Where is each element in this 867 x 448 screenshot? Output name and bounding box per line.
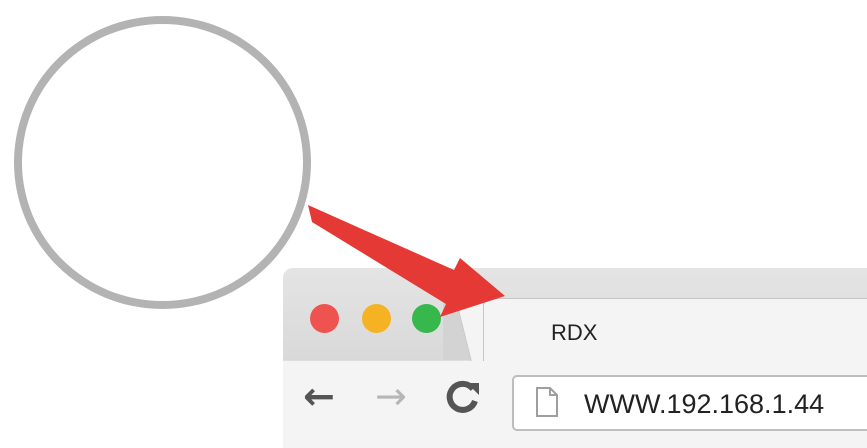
address-bar[interactable]: WWW.192.168.1.44: [512, 375, 867, 431]
active-tab[interactable]: [483, 298, 867, 363]
browser-titlebar: RDX: [283, 268, 867, 363]
back-arrow-icon[interactable]: ←: [303, 377, 335, 415]
tab-title: RDX: [551, 320, 598, 345]
callout-circle: [14, 16, 311, 309]
tutorial-canvas: RDX ← → WWW.192.168.1.44: [0, 0, 867, 448]
browser-toolbar: ← → WWW.192.168.1.44: [283, 361, 867, 448]
reload-icon[interactable]: [443, 377, 483, 423]
address-bar-url: WWW.192.168.1.44: [584, 389, 825, 419]
forward-arrow-icon[interactable]: →: [375, 377, 407, 415]
close-window-button[interactable]: [310, 304, 339, 333]
minimize-window-button[interactable]: [362, 304, 391, 333]
maximize-window-button[interactable]: [412, 304, 441, 333]
reload-glyph-icon: [446, 380, 479, 413]
page-icon: [536, 387, 558, 417]
browser-window: RDX ← → WWW.192.168.1.44: [283, 268, 867, 448]
